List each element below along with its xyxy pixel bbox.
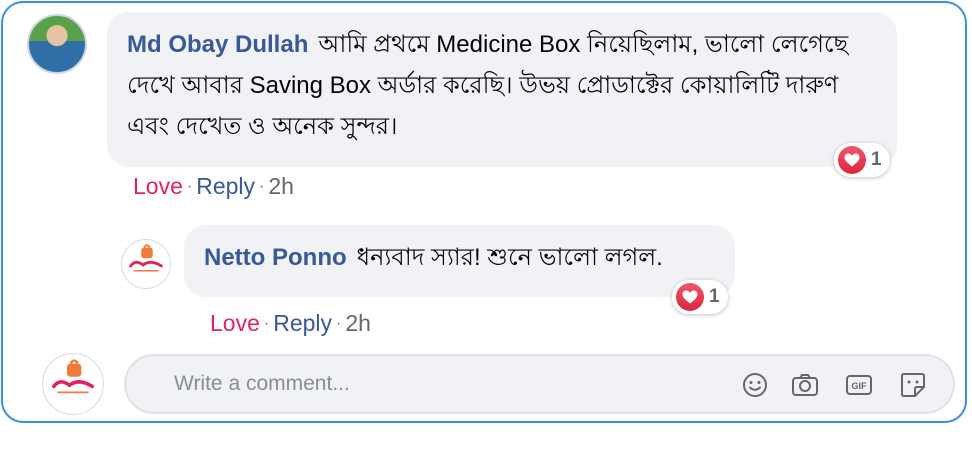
love-button[interactable]: Love — [210, 310, 260, 336]
reply-button[interactable]: Reply — [273, 310, 332, 336]
separator: · — [259, 178, 265, 195]
reply-button[interactable]: Reply — [196, 173, 255, 199]
smiley-icon[interactable] — [740, 370, 770, 400]
reaction-count: 1 — [709, 286, 720, 307]
timestamp[interactable]: 2h — [345, 310, 371, 336]
svg-text:GIF: GIF — [852, 381, 868, 391]
user-avatar[interactable] — [27, 14, 87, 74]
sticker-icon[interactable] — [898, 370, 928, 400]
reply-text: ধন্যবাদ স্যার! শুনে ভালো লগল. — [356, 244, 663, 271]
comment-input[interactable] — [174, 368, 674, 400]
page-avatar[interactable] — [121, 239, 171, 289]
separator: · — [263, 315, 270, 332]
comment-bubble: Md Obay Dullah আমি প্রথমে Medicine Box নি… — [107, 12, 897, 167]
separator: · — [336, 315, 342, 332]
timestamp[interactable]: 2h — [268, 173, 294, 199]
comment-author[interactable]: Md Obay Dullah — [127, 31, 308, 58]
heart-icon — [838, 146, 866, 174]
reaction-summary[interactable]: 1 — [834, 143, 890, 177]
heart-icon — [676, 283, 704, 311]
current-page-avatar — [42, 353, 104, 415]
comment-actions: Love · Reply · 2h — [133, 173, 294, 200]
separator: · — [186, 178, 193, 195]
reply-actions: Love · Reply · 2h — [210, 310, 371, 337]
comments-panel: Md Obay Dullah আমি প্রথমে Medicine Box নি… — [1, 1, 967, 423]
reply-bubble: Netto Ponno ধন্যবাদ স্যার! শুনে ভালো লগল. — [184, 225, 735, 297]
love-button[interactable]: Love — [133, 173, 183, 199]
comment-composer: GIF — [124, 354, 955, 414]
reply-author[interactable]: Netto Ponno — [204, 244, 347, 271]
reaction-count: 1 — [871, 149, 882, 170]
reaction-summary[interactable]: 1 — [672, 280, 728, 314]
camera-icon[interactable] — [790, 370, 820, 400]
gif-icon[interactable]: GIF — [844, 370, 874, 400]
